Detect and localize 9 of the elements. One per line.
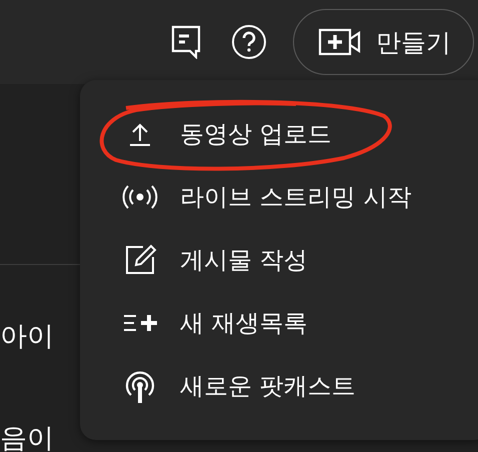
menu-item[interactable]: 게시물 작성 xyxy=(80,228,478,291)
create-button[interactable]: 만들기 xyxy=(293,9,474,75)
menu-item[interactable]: 라이브 스트리밍 시작 xyxy=(80,165,478,228)
page-text: 아이 xyxy=(0,321,55,353)
menu-item[interactable]: 새로운 팟캐스트 xyxy=(80,354,478,417)
edit-icon xyxy=(123,242,157,276)
page-text: 음이 xyxy=(0,423,55,452)
menu-item[interactable]: 새 재생목록 xyxy=(80,291,478,354)
menu-item[interactable]: 동영상 업로드 xyxy=(80,102,478,165)
